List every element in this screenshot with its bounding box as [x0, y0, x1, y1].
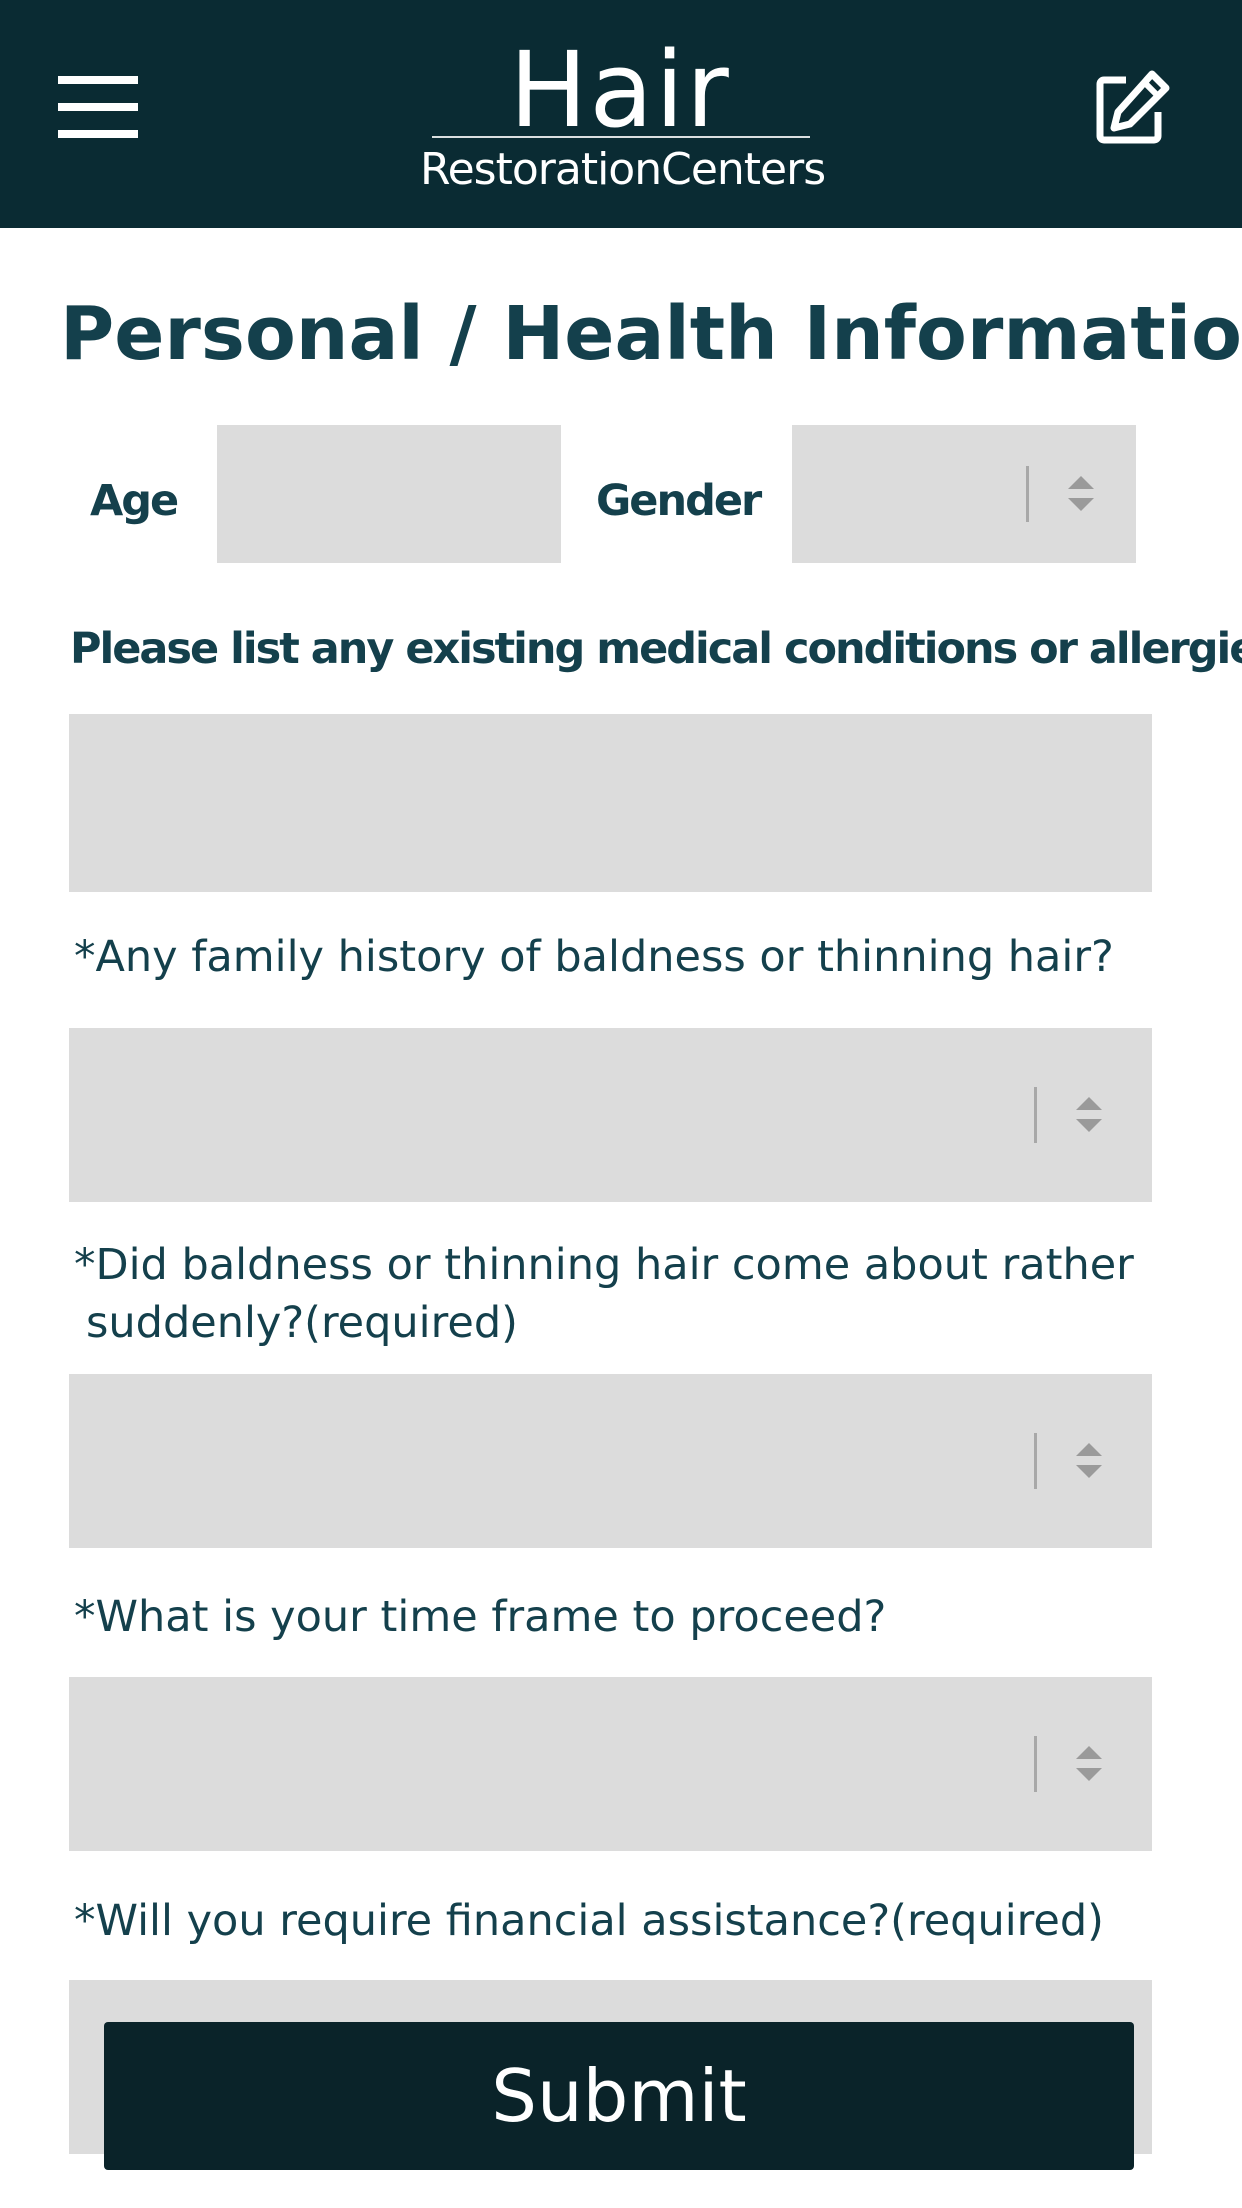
- logo-text-hair: Hair: [509, 29, 731, 151]
- family-history-label: *Any family history of baldness or thinn…: [74, 932, 1114, 982]
- medical-conditions-label: Please list any existing medical conditi…: [70, 624, 1242, 674]
- age-label: Age: [90, 476, 179, 526]
- edit-icon[interactable]: [1092, 68, 1172, 148]
- sudden-onset-select[interactable]: [69, 1374, 1152, 1548]
- brand-logo[interactable]: Hair RestorationCenters: [420, 29, 826, 194]
- gender-label: Gender: [596, 476, 762, 526]
- sudden-onset-label-line1: *Did baldness or thinning hair come abou…: [74, 1240, 1134, 1290]
- logo-text-restoration-centers: RestorationCenters: [420, 144, 826, 195]
- select-arrows-icon: [1034, 1736, 1104, 1792]
- select-arrows-icon: [1026, 466, 1096, 522]
- logo-divider: [432, 136, 810, 138]
- timeframe-label: *What is your time frame to proceed?: [74, 1592, 887, 1642]
- gender-select[interactable]: [792, 425, 1136, 563]
- page-title: Personal / Health Information: [60, 291, 1242, 377]
- select-arrows-icon: [1034, 1087, 1104, 1143]
- app-header: Hair RestorationCenters: [0, 0, 1242, 228]
- hamburger-menu-icon[interactable]: [58, 76, 140, 138]
- financial-assistance-label: *Will you require financial assistance?(…: [74, 1896, 1104, 1946]
- submit-button[interactable]: Submit: [104, 2022, 1134, 2170]
- select-arrows-icon: [1034, 1433, 1104, 1489]
- age-input[interactable]: [217, 425, 561, 563]
- timeframe-select[interactable]: [69, 1677, 1152, 1851]
- medical-conditions-textarea[interactable]: [69, 714, 1152, 892]
- sudden-onset-label-line2: suddenly?(required): [86, 1298, 518, 1348]
- family-history-select[interactable]: [69, 1028, 1152, 1202]
